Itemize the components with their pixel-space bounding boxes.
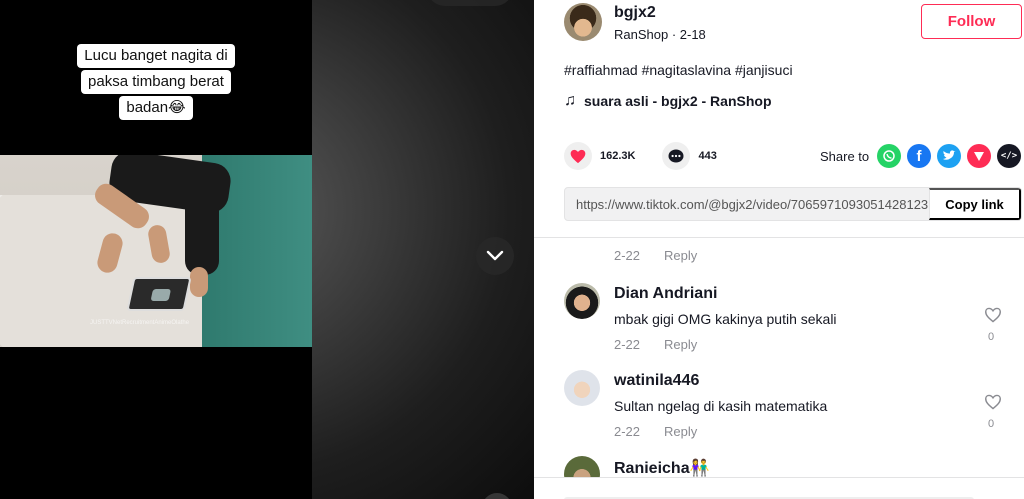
comments-list[interactable]: 2-22 Reply 0 Dian Andriani mbak gigi OMG… xyxy=(534,237,1024,477)
caption-line: paksa timbang berat xyxy=(81,70,231,94)
twitter-icon[interactable] xyxy=(937,144,961,168)
comment-date: 2-22 xyxy=(614,424,641,439)
comment-reply-button[interactable]: Reply xyxy=(664,248,697,263)
video-hashtags[interactable]: #raffiahmad #nagitaslavina #janjisuci xyxy=(564,62,793,78)
comment-dots-icon xyxy=(668,149,684,163)
video-player-pane[interactable]: Lucu banget nagita di paksa timbang bera… xyxy=(0,0,534,499)
comment-avatar[interactable] xyxy=(564,283,600,319)
video-info-pane: bgjx2 RanShop · 2-18 Follow #raffiahmad … xyxy=(534,0,1024,499)
heart-outline-icon xyxy=(984,394,1002,410)
follow-button[interactable]: Follow xyxy=(921,4,1022,39)
comment-username[interactable]: watinila446 xyxy=(614,372,699,390)
video-frame[interactable]: Lucu banget nagita di paksa timbang bera… xyxy=(0,0,312,499)
music-link[interactable]: ♫ suara asli - bgjx2 - RanShop xyxy=(564,92,772,110)
author-meta: RanShop · 2-18 xyxy=(614,27,706,42)
comment-text: Sultan ngelag di kasih matematika xyxy=(614,398,828,414)
heart-outline-icon xyxy=(984,307,1002,323)
comment-like-button[interactable] xyxy=(984,394,1002,415)
share-to-label: Share to xyxy=(820,149,870,164)
facebook-icon[interactable]: f xyxy=(907,144,931,168)
comment-username[interactable]: Ranieicha👫 xyxy=(614,458,710,477)
comment-count: 443 xyxy=(698,150,717,162)
bottom-control[interactable] xyxy=(482,493,512,499)
comment-reply-button[interactable]: Reply xyxy=(664,424,697,439)
whatsapp-icon[interactable] xyxy=(877,144,901,168)
video-still-image: JUSTTVNetRecruitmentAnimeOlathe xyxy=(0,155,312,347)
next-video-button[interactable] xyxy=(476,237,514,275)
chevron-down-icon xyxy=(486,250,504,261)
music-note-icon: ♫ xyxy=(564,92,576,109)
comment-avatar[interactable] xyxy=(564,456,600,477)
music-title: suara asli - bgjx2 - RanShop xyxy=(584,93,772,109)
caption-line: badan😂 xyxy=(119,96,193,120)
comment-text: mbak gigi OMG kakinya putih sekali xyxy=(614,311,837,327)
comment-button[interactable] xyxy=(662,142,691,170)
author-username[interactable]: bgjx2 xyxy=(614,4,656,22)
top-control-pill[interactable] xyxy=(427,0,513,6)
comment-date: 2-22 xyxy=(614,248,641,263)
video-link-url[interactable]: https://www.tiktok.com/@bgjx2/video/7065… xyxy=(576,197,931,212)
send-icon[interactable] xyxy=(967,144,991,168)
like-count: 162.3K xyxy=(600,150,636,162)
bathroom-scale xyxy=(126,277,192,311)
author-avatar[interactable] xyxy=(564,3,602,41)
comment-username[interactable]: Dian Andriani xyxy=(614,285,717,303)
video-caption-overlay: Lucu banget nagita di paksa timbang bera… xyxy=(0,44,312,122)
comment-like-count: 0 xyxy=(988,418,995,430)
comment-input-bar xyxy=(534,477,1024,499)
person-leg xyxy=(185,175,219,275)
comment-like-count: 0 xyxy=(988,331,995,343)
caption-line: Lucu banget nagita di xyxy=(77,44,235,68)
engagement-row: 162.3K 443 xyxy=(564,142,717,170)
comment-date: 2-22 xyxy=(614,337,641,352)
heart-icon xyxy=(570,149,586,163)
person-leg-skin xyxy=(190,267,208,297)
comment-reply-button[interactable]: Reply xyxy=(664,337,697,352)
like-button[interactable] xyxy=(564,142,592,170)
comment-like-button[interactable] xyxy=(984,307,1002,328)
embed-icon[interactable]: </> xyxy=(997,144,1021,168)
comment-avatar[interactable] xyxy=(564,370,600,406)
video-link-box: https://www.tiktok.com/@bgjx2/video/7065… xyxy=(564,187,1022,221)
copy-link-button[interactable]: Copy link xyxy=(929,188,1021,220)
video-watermark: JUSTTVNetRecruitmentAnimeOlathe xyxy=(90,320,190,326)
